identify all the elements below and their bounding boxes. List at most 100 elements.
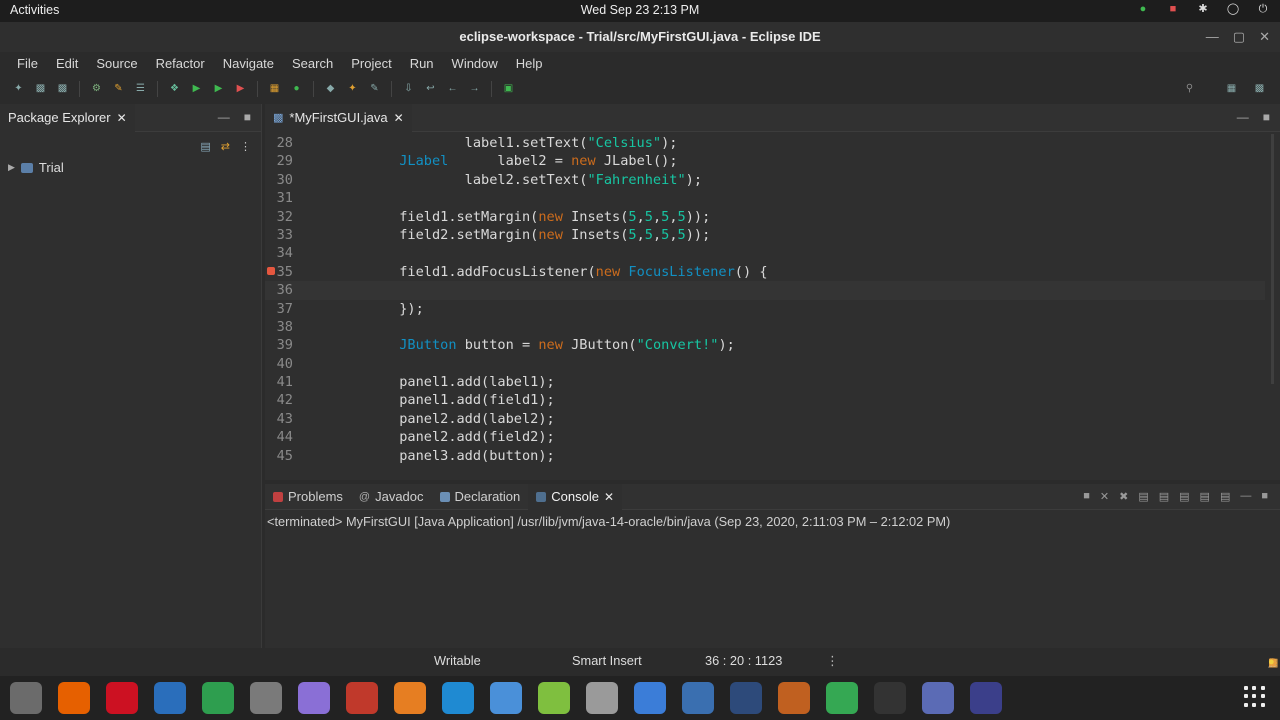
word-wrap-icon[interactable]: ▤ bbox=[1159, 490, 1169, 503]
display-icon[interactable] bbox=[634, 682, 666, 714]
code-line[interactable]: 31 bbox=[265, 189, 1265, 207]
remove-launch-icon[interactable]: ✕ bbox=[1100, 490, 1109, 503]
code-line[interactable]: 30 label2.setText("Fahrenheit"); bbox=[265, 171, 1265, 189]
warning-marker-icon[interactable] bbox=[267, 266, 275, 275]
settings-icon[interactable] bbox=[586, 682, 618, 714]
code-line[interactable]: 41 panel1.add(label1); bbox=[265, 373, 1265, 391]
back-icon[interactable]: ← bbox=[444, 81, 461, 97]
editor-scrollbar[interactable] bbox=[1271, 134, 1274, 384]
obs-icon[interactable] bbox=[874, 682, 906, 714]
pin-console-icon[interactable]: ▤ bbox=[1179, 490, 1189, 503]
annotation-icon[interactable]: ✎ bbox=[366, 81, 383, 97]
tab-problems[interactable]: Problems bbox=[265, 484, 351, 510]
perspective-icon[interactable]: ▦ bbox=[1223, 81, 1240, 97]
clock[interactable]: Wed Sep 23 2:13 PM bbox=[0, 3, 1280, 17]
expand-arrow-icon[interactable]: ▶ bbox=[8, 162, 15, 173]
code-line[interactable]: 29 JLabel label2 = new JLabel(); bbox=[265, 152, 1265, 170]
outline-icon[interactable]: ☰ bbox=[132, 81, 149, 97]
last-edit-icon[interactable]: ↩ bbox=[422, 81, 439, 97]
tree-item-project[interactable]: ▶ Trial bbox=[8, 160, 64, 175]
menu-search[interactable]: Search bbox=[283, 56, 342, 71]
menu-source[interactable]: Source bbox=[87, 56, 146, 71]
search-tool-icon[interactable]: ✦ bbox=[344, 81, 361, 97]
microphone-icon[interactable]: ◯ bbox=[1226, 2, 1240, 16]
browser-icon[interactable] bbox=[490, 682, 522, 714]
collapse-all-icon[interactable]: ▤ bbox=[200, 140, 210, 153]
show-applications-icon[interactable] bbox=[1244, 686, 1266, 708]
view-menu-icon[interactable]: ⋮ bbox=[240, 140, 251, 153]
sublime-icon[interactable] bbox=[394, 682, 426, 714]
new-icon[interactable]: ✦ bbox=[10, 81, 27, 97]
tab-declaration[interactable]: Declaration bbox=[432, 484, 529, 510]
tip-icon[interactable]: ● bbox=[1268, 656, 1275, 668]
code-line[interactable]: 40 bbox=[265, 355, 1265, 373]
open-console-icon[interactable]: ▤ bbox=[1200, 490, 1210, 503]
terminate-icon[interactable]: ■ bbox=[1083, 490, 1090, 503]
chrome-icon[interactable] bbox=[826, 682, 858, 714]
save-icon[interactable]: ▩ bbox=[32, 81, 49, 97]
java-perspective-icon[interactable]: ▩ bbox=[1251, 81, 1268, 97]
image-viewer-icon[interactable] bbox=[538, 682, 570, 714]
forward-icon[interactable]: → bbox=[466, 81, 483, 97]
pen-icon[interactable]: ✎ bbox=[110, 81, 127, 97]
display-console-icon[interactable]: ▤ bbox=[1220, 490, 1230, 503]
virtualbox-icon[interactable] bbox=[922, 682, 954, 714]
close-icon[interactable]: ✕ bbox=[117, 111, 127, 125]
minimize-view-icon[interactable]: — bbox=[218, 110, 230, 124]
close-icon[interactable]: ✕ bbox=[394, 111, 404, 125]
code-editor[interactable]: 28 label1.setText("Celsius"); 29 JLabel l… bbox=[265, 134, 1265, 479]
close-icon[interactable]: ✕ bbox=[604, 490, 614, 504]
record-icon[interactable]: ■ bbox=[1166, 2, 1180, 16]
link-editor-icon[interactable]: ⇄ bbox=[221, 140, 230, 153]
external-tools-icon[interactable]: ▶ bbox=[232, 81, 249, 97]
new-class-icon[interactable]: ● bbox=[288, 81, 305, 97]
tab-package-explorer[interactable]: Package Explorer ✕ bbox=[0, 103, 135, 132]
open-type-icon[interactable]: ◆ bbox=[322, 81, 339, 97]
menu-refactor[interactable]: Refactor bbox=[147, 56, 214, 71]
code-line[interactable]: 34 bbox=[265, 244, 1265, 262]
run-icon[interactable]: ▶ bbox=[188, 81, 205, 97]
pin-editor-icon[interactable]: ▣ bbox=[500, 81, 517, 97]
maximize-editor-icon[interactable]: ■ bbox=[1263, 110, 1270, 124]
next-annotation-icon[interactable]: ⇩ bbox=[400, 81, 417, 97]
vscode-icon[interactable] bbox=[442, 682, 474, 714]
menu-project[interactable]: Project bbox=[342, 56, 400, 71]
code-line[interactable]: 36 bbox=[265, 281, 1265, 300]
tab-console[interactable]: Console ✕ bbox=[528, 483, 623, 510]
code-line[interactable]: 42 panel1.add(field1); bbox=[265, 391, 1265, 409]
code-line[interactable]: 38 bbox=[265, 318, 1265, 336]
code-line[interactable]: 45 panel3.add(button); bbox=[265, 447, 1265, 465]
menu-edit[interactable]: Edit bbox=[47, 56, 87, 71]
editor-icon[interactable] bbox=[682, 682, 714, 714]
maximize-window-icon[interactable]: ▢ bbox=[1233, 22, 1245, 52]
opera-icon[interactable] bbox=[106, 682, 138, 714]
activities-button[interactable]: Activities bbox=[10, 3, 59, 17]
menu-navigate[interactable]: Navigate bbox=[214, 56, 283, 71]
new-package-icon[interactable]: ▦ bbox=[266, 81, 283, 97]
code-line[interactable]: 32 field1.setMargin(new Insets(5,5,5,5))… bbox=[265, 208, 1265, 226]
minimize-window-icon[interactable]: — bbox=[1206, 22, 1219, 52]
toolbar-search-icon[interactable]: ⚲ bbox=[1181, 81, 1198, 97]
code-line[interactable]: 35 field1.addFocusListener(new FocusList… bbox=[265, 263, 1265, 281]
save-all-icon[interactable]: ▩ bbox=[54, 81, 71, 97]
code-line[interactable]: 28 label1.setText("Celsius"); bbox=[265, 134, 1265, 152]
remove-all-icon[interactable]: ✖ bbox=[1119, 490, 1128, 503]
close-window-icon[interactable]: ✕ bbox=[1259, 22, 1270, 52]
tex-icon[interactable] bbox=[730, 682, 762, 714]
drive-icon[interactable] bbox=[250, 682, 282, 714]
menu-file[interactable]: File bbox=[8, 56, 47, 71]
terminal-icon[interactable] bbox=[346, 682, 378, 714]
coverage-icon[interactable]: ▶ bbox=[210, 81, 227, 97]
bluetooth-icon[interactable]: ✱ bbox=[1196, 2, 1210, 16]
menu-window[interactable]: Window bbox=[443, 56, 507, 71]
maximize-console-icon[interactable]: ■ bbox=[1261, 490, 1268, 503]
document-icon[interactable] bbox=[154, 682, 186, 714]
media-icon[interactable] bbox=[778, 682, 810, 714]
debug-icon[interactable]: ⚙ bbox=[88, 81, 105, 97]
files-icon[interactable] bbox=[10, 682, 42, 714]
scroll-lock-icon[interactable]: ▤ bbox=[1138, 490, 1148, 503]
menu-help[interactable]: Help bbox=[507, 56, 552, 71]
screenshot-icon[interactable] bbox=[298, 682, 330, 714]
maximize-view-icon[interactable]: ■ bbox=[244, 110, 251, 124]
status-menu-icon[interactable]: ⋮ bbox=[826, 653, 839, 669]
